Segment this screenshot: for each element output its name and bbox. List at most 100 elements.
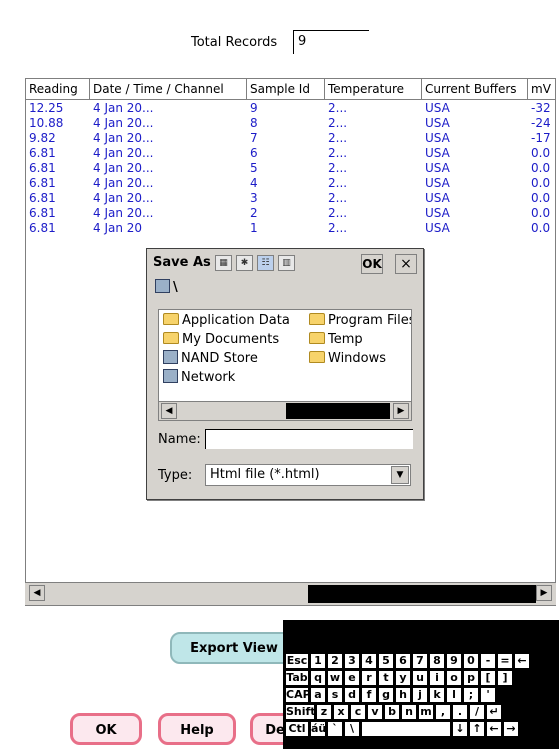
key-special-4-5[interactable]: ↓ <box>452 721 468 737</box>
list-view-icon[interactable]: ☷ <box>257 255 274 271</box>
column-header-sample-id[interactable]: Sample Id <box>247 79 325 99</box>
key-special-4-6[interactable]: ↑ <box>469 721 485 737</box>
ok-button[interactable]: OK <box>70 713 142 745</box>
list-item[interactable]: NAND Store <box>163 350 258 368</box>
table-row[interactable]: 6.81 4 Jan 20... 4 2... USA 0.0 <box>26 176 555 191</box>
table-row[interactable]: 12.25 4 Jan 20... 9 2... USA -32 <box>26 101 555 116</box>
list-item[interactable]: Network <box>163 369 235 387</box>
key-y[interactable]: y <box>395 670 411 686</box>
key-m[interactable]: m <box>418 704 434 720</box>
key-k[interactable]: k <box>429 687 445 703</box>
key-special-1-0[interactable]: Tab <box>285 670 309 686</box>
list-item[interactable]: Program Files <box>309 312 411 330</box>
key-g[interactable]: g <box>378 687 394 703</box>
key-special-2-10[interactable]: ; <box>463 687 479 703</box>
key-u[interactable]: u <box>412 670 428 686</box>
up-folder-icon[interactable]: ▦ <box>215 255 232 271</box>
key-f[interactable]: f <box>361 687 377 703</box>
scroll-right-arrow-icon[interactable]: ▶ <box>536 585 552 601</box>
key-special-4-0[interactable]: Ctl <box>285 721 309 737</box>
table-row[interactable]: 10.88 4 Jan 20... 8 2... USA -24 <box>26 116 555 131</box>
table-horizontal-scrollbar[interactable]: ◀ ▶ <box>25 582 556 605</box>
table-row[interactable]: 6.81 4 Jan 20... 2 2... USA 0.0 <box>26 206 555 221</box>
key-special-4-2[interactable]: ` <box>327 721 343 737</box>
list-item[interactable]: Temp <box>309 331 363 349</box>
key-q[interactable]: q <box>310 670 326 686</box>
scroll-right-arrow-icon[interactable]: ▶ <box>393 403 409 419</box>
total-records-field[interactable]: 9 <box>293 30 369 54</box>
file-list-horizontal-scrollbar[interactable]: ◀ ▶ <box>158 401 412 421</box>
details-view-icon[interactable]: ▥ <box>278 255 295 271</box>
column-header-temperature[interactable]: Temperature <box>325 79 422 99</box>
key-a[interactable]: a <box>310 687 326 703</box>
scrollbar-thumb[interactable] <box>308 585 536 603</box>
key-special-0-0[interactable]: Esc <box>285 653 309 669</box>
key-2[interactable]: 2 <box>327 653 343 669</box>
key-special-0-12[interactable]: = <box>497 653 513 669</box>
key-t[interactable]: t <box>378 670 394 686</box>
key-special-4-1[interactable]: áü <box>310 721 326 737</box>
key-b[interactable]: b <box>384 704 400 720</box>
chevron-down-icon[interactable]: ▼ <box>391 466 409 484</box>
key-special-4-8[interactable]: → <box>503 721 519 737</box>
key-1[interactable]: 1 <box>310 653 326 669</box>
key-8[interactable]: 8 <box>429 653 445 669</box>
key-p[interactable]: p <box>463 670 479 686</box>
key-j[interactable]: j <box>412 687 428 703</box>
key-i[interactable]: i <box>429 670 445 686</box>
table-row[interactable]: 9.82 4 Jan 20... 7 2... USA -17 <box>26 131 555 146</box>
key-special-2-11[interactable]: ' <box>480 687 496 703</box>
column-header-current-buffers[interactable]: Current Buffers <box>422 79 528 99</box>
key-3[interactable]: 3 <box>344 653 360 669</box>
key-v[interactable]: v <box>367 704 383 720</box>
key-e[interactable]: e <box>344 670 360 686</box>
key-4[interactable]: 4 <box>361 653 377 669</box>
column-header-reading[interactable]: Reading <box>26 79 90 99</box>
key-x[interactable]: x <box>333 704 349 720</box>
dialog-ok-button[interactable]: OK <box>361 254 383 274</box>
key-special-4-3[interactable]: \ <box>344 721 360 737</box>
column-header-mv[interactable]: mV <box>528 79 555 99</box>
key-7[interactable]: 7 <box>412 653 428 669</box>
key-special-1-11[interactable]: [ <box>480 670 496 686</box>
new-folder-icon[interactable]: ✱ <box>236 255 253 271</box>
key-c[interactable]: c <box>350 704 366 720</box>
name-input[interactable] <box>205 429 413 449</box>
list-item[interactable]: My Documents <box>163 331 279 349</box>
list-item[interactable]: Application Data <box>163 312 290 330</box>
key-r[interactable]: r <box>361 670 377 686</box>
table-row[interactable]: 6.81 4 Jan 20 1 2... USA 0.0 <box>26 221 555 236</box>
key-6[interactable]: 6 <box>395 653 411 669</box>
key-special-0-13[interactable]: ← <box>514 653 530 669</box>
key-0[interactable]: 0 <box>463 653 479 669</box>
key-special-0-11[interactable]: - <box>480 653 496 669</box>
key-special-3-9[interactable]: . <box>452 704 468 720</box>
list-item[interactable]: Windows <box>309 350 386 368</box>
key-special-3-10[interactable]: / <box>469 704 485 720</box>
table-row[interactable]: 6.81 4 Jan 20... 6 2... USA 0.0 <box>26 146 555 161</box>
table-row[interactable]: 6.81 4 Jan 20... 3 2... USA 0.0 <box>26 191 555 206</box>
scroll-left-arrow-icon[interactable]: ◀ <box>161 403 177 419</box>
key-n[interactable]: n <box>401 704 417 720</box>
help-button[interactable]: Help <box>158 713 236 745</box>
key-special-1-12[interactable]: ] <box>497 670 513 686</box>
scrollbar-thumb[interactable] <box>286 403 390 419</box>
key-d[interactable]: d <box>344 687 360 703</box>
key-special-4-7[interactable]: ← <box>486 721 502 737</box>
key-space[interactable] <box>361 721 451 737</box>
scroll-left-arrow-icon[interactable]: ◀ <box>29 585 45 601</box>
key-h[interactable]: h <box>395 687 411 703</box>
key-special-3-11[interactable]: ↵ <box>486 704 502 720</box>
key-l[interactable]: l <box>446 687 462 703</box>
key-special-3-8[interactable]: , <box>435 704 451 720</box>
key-s[interactable]: s <box>327 687 343 703</box>
key-special-3-0[interactable]: Shift <box>285 704 315 720</box>
column-header-date-time-channel[interactable]: Date / Time / Channel <box>90 79 247 99</box>
key-special-2-0[interactable]: CAP <box>285 687 309 703</box>
table-row[interactable]: 6.81 4 Jan 20... 5 2... USA 0.0 <box>26 161 555 176</box>
key-5[interactable]: 5 <box>378 653 394 669</box>
key-w[interactable]: w <box>327 670 343 686</box>
key-o[interactable]: o <box>446 670 462 686</box>
key-z[interactable]: z <box>316 704 332 720</box>
dialog-close-button[interactable]: × <box>395 254 417 274</box>
